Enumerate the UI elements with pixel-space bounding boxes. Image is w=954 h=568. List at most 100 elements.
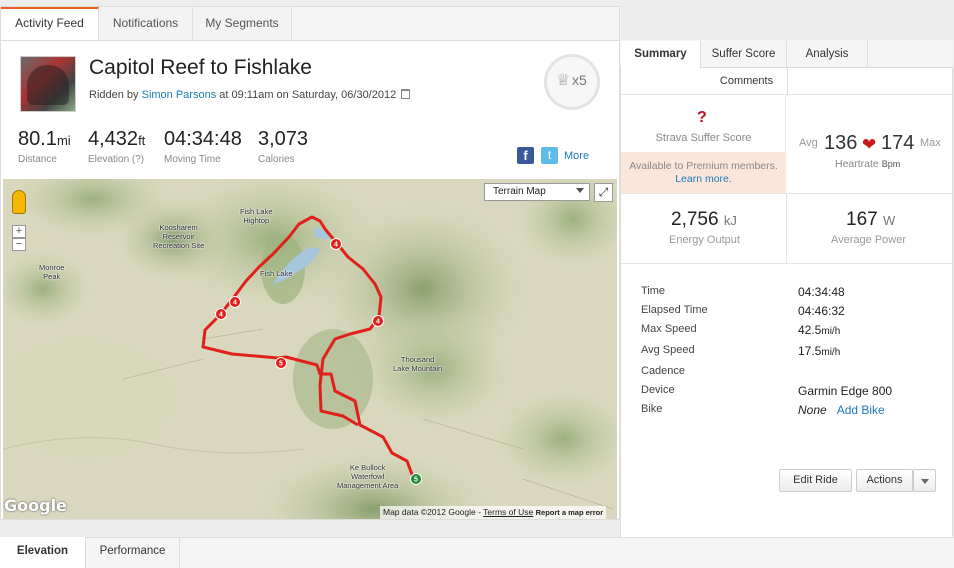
- map-label-thousand-lake-mountain: Thousand Lake Mountain: [393, 355, 443, 373]
- zoom-out-button[interactable]: −: [12, 238, 26, 251]
- route-marker-label: 5: [414, 477, 418, 484]
- stat-calories-label: Calories: [258, 154, 295, 165]
- detail-value-device: Garmin Edge 800: [798, 384, 893, 398]
- detail-key-cadence: Cadence: [641, 365, 686, 377]
- learn-more-link[interactable]: Learn more.: [675, 173, 732, 185]
- map-label-fish-lake-hightop: Fish Lake Hightop: [240, 207, 273, 225]
- edit-ride-button[interactable]: Edit Ride: [779, 469, 852, 492]
- stat-elevation-unit: ft: [138, 133, 146, 148]
- stat-distance-value: 80.1: [18, 128, 57, 150]
- route-marker-label: 5: [279, 361, 283, 368]
- stat-distance-label: Distance: [18, 154, 57, 165]
- bike-none-text: None: [798, 403, 827, 417]
- street-view-pegman-icon[interactable]: [12, 190, 26, 214]
- tab-analysis[interactable]: Analysis: [787, 41, 868, 68]
- tab-summary[interactable]: Summary: [621, 41, 701, 69]
- trophy-icon: ♕: [556, 72, 571, 89]
- map-type-select[interactable]: Terrain Map: [484, 183, 590, 201]
- athlete-link[interactable]: Simon Parsons: [142, 89, 217, 101]
- route-map[interactable]: 4 4 4 4 5 5 Koosharem Reservoir Recreation Si…: [3, 179, 617, 519]
- tab-notifications[interactable]: Notifications: [99, 7, 193, 40]
- power-value: 167: [846, 209, 878, 230]
- actions-dropdown-chevron-icon[interactable]: [913, 469, 936, 492]
- heartrate-max-label: Max: [920, 137, 941, 149]
- activity-datetime: at 09:11am on Saturday, 06/30/2012: [219, 89, 397, 101]
- stat-moving-time: 04:34:48: [164, 128, 242, 151]
- trophy-count: x5: [572, 72, 587, 88]
- twitter-icon[interactable]: t: [541, 147, 558, 164]
- detail-value-max-speed: 42.5mi/h: [798, 323, 840, 337]
- stat-elevation-label[interactable]: Elevation (?): [88, 154, 144, 165]
- detail-key-time: Time: [641, 285, 666, 297]
- power-label: Average Power: [831, 234, 907, 246]
- divider: [621, 263, 953, 264]
- detail-value-avg-speed: 17.5mi/h: [798, 344, 840, 358]
- tab-suffer-score[interactable]: Suffer Score: [701, 41, 787, 68]
- tab-my-segments[interactable]: My Segments: [193, 7, 292, 40]
- add-bike-link[interactable]: Add Bike: [837, 403, 885, 417]
- detail-unit-max-speed: mi/h: [821, 326, 841, 337]
- premium-text: Available to Premium members.: [629, 160, 778, 172]
- divider: [621, 193, 953, 194]
- detail-key-avg-speed: Avg Speed: [641, 344, 695, 356]
- route-marker-label: 4: [334, 242, 338, 249]
- route-marker-label: 4: [376, 319, 380, 326]
- stat-moving-time-value: 04:34:48: [164, 128, 242, 150]
- suffer-score-label: Strava Suffer Score: [655, 132, 752, 144]
- route-marker-label: 4: [233, 300, 237, 307]
- energy-output: 2,756 kJ: [671, 209, 737, 231]
- energy-unit: kJ: [723, 213, 737, 228]
- stat-calories: 3,073: [258, 128, 308, 151]
- share-more-link[interactable]: More: [564, 150, 589, 162]
- report-map-error-link[interactable]: Report a map error: [536, 508, 604, 517]
- stat-distance-unit: mi: [56, 133, 71, 148]
- detail-value-time: 04:34:48: [798, 285, 845, 299]
- calendar-icon[interactable]: [401, 89, 411, 99]
- tab-activity-feed[interactable]: Activity Feed: [1, 7, 99, 41]
- average-power: 167 W: [846, 209, 895, 231]
- detail-key-device: Device: [641, 384, 675, 396]
- premium-notice: Available to Premium members. Learn more…: [621, 152, 786, 193]
- tab-performance[interactable]: Performance: [86, 537, 180, 568]
- facebook-icon[interactable]: f: [517, 147, 534, 164]
- map-label-fish-lake: Fish Lake: [260, 269, 293, 278]
- detail-key-bike: Bike: [641, 403, 663, 415]
- divider: [786, 193, 787, 263]
- heartrate-avg-label: Avg: [799, 137, 818, 149]
- avatar[interactable]: [20, 56, 76, 112]
- heartrate-unit: Bpm: [881, 159, 901, 169]
- detail-unit-avg-speed: mi/h: [821, 347, 841, 358]
- activity-title: Capitol Reef to Fishlake: [89, 56, 312, 79]
- suffer-score-mark: ?: [697, 109, 707, 126]
- detail-value-max-speed-text: 42.5: [798, 323, 822, 337]
- stat-distance: 80.1mi: [18, 128, 71, 151]
- map-label-monroe-peak: Monroe Peak: [39, 263, 65, 281]
- heartrate-label-text: Heartrate: [835, 158, 879, 170]
- ridden-by-line: Ridden by Simon Parsons at 09:11am on Sa…: [89, 89, 411, 101]
- tab-elevation[interactable]: Elevation: [0, 537, 86, 568]
- zoom-in-button[interactable]: +: [12, 225, 26, 238]
- map-attribution: Map data ©2012 Google - Terms of Use Rep…: [380, 506, 607, 519]
- tab-comments[interactable]: Comments: [706, 68, 788, 94]
- google-logo: Google: [4, 496, 67, 515]
- map-label-ke-bullock: Ke Bullock Waterfowl Management Area: [337, 463, 399, 490]
- stat-elevation: 4,432ft: [88, 128, 145, 151]
- detail-key-elapsed-time: Elapsed Time: [641, 304, 708, 316]
- map-label-koosharem: Koosharem Reservoir Recreation Site: [153, 223, 205, 250]
- chevron-down-icon: [576, 188, 584, 193]
- map-data-text: Map data ©2012 Google: [383, 507, 476, 517]
- heart-icon: ❤: [862, 135, 877, 154]
- actions-button[interactable]: Actions: [856, 469, 913, 492]
- route-marker-label: 4: [219, 312, 223, 319]
- detail-value-elapsed-time: 04:46:32: [798, 304, 845, 318]
- route-line: 4 4 4 4 5 5: [201, 215, 422, 485]
- heartrate-max-value: 174: [881, 132, 915, 154]
- heartrate-label: Heartrate Bpm: [835, 158, 900, 170]
- fullscreen-icon[interactable]: ⤢: [594, 183, 613, 202]
- stat-elevation-value: 4,432: [88, 128, 139, 150]
- stat-moving-time-label: Moving Time: [164, 154, 221, 165]
- energy-value: 2,756: [671, 209, 719, 230]
- detail-value-bike: None Add Bike: [798, 403, 885, 417]
- ridden-by-prefix: Ridden by: [89, 89, 139, 101]
- terms-link[interactable]: Terms of Use: [483, 507, 533, 517]
